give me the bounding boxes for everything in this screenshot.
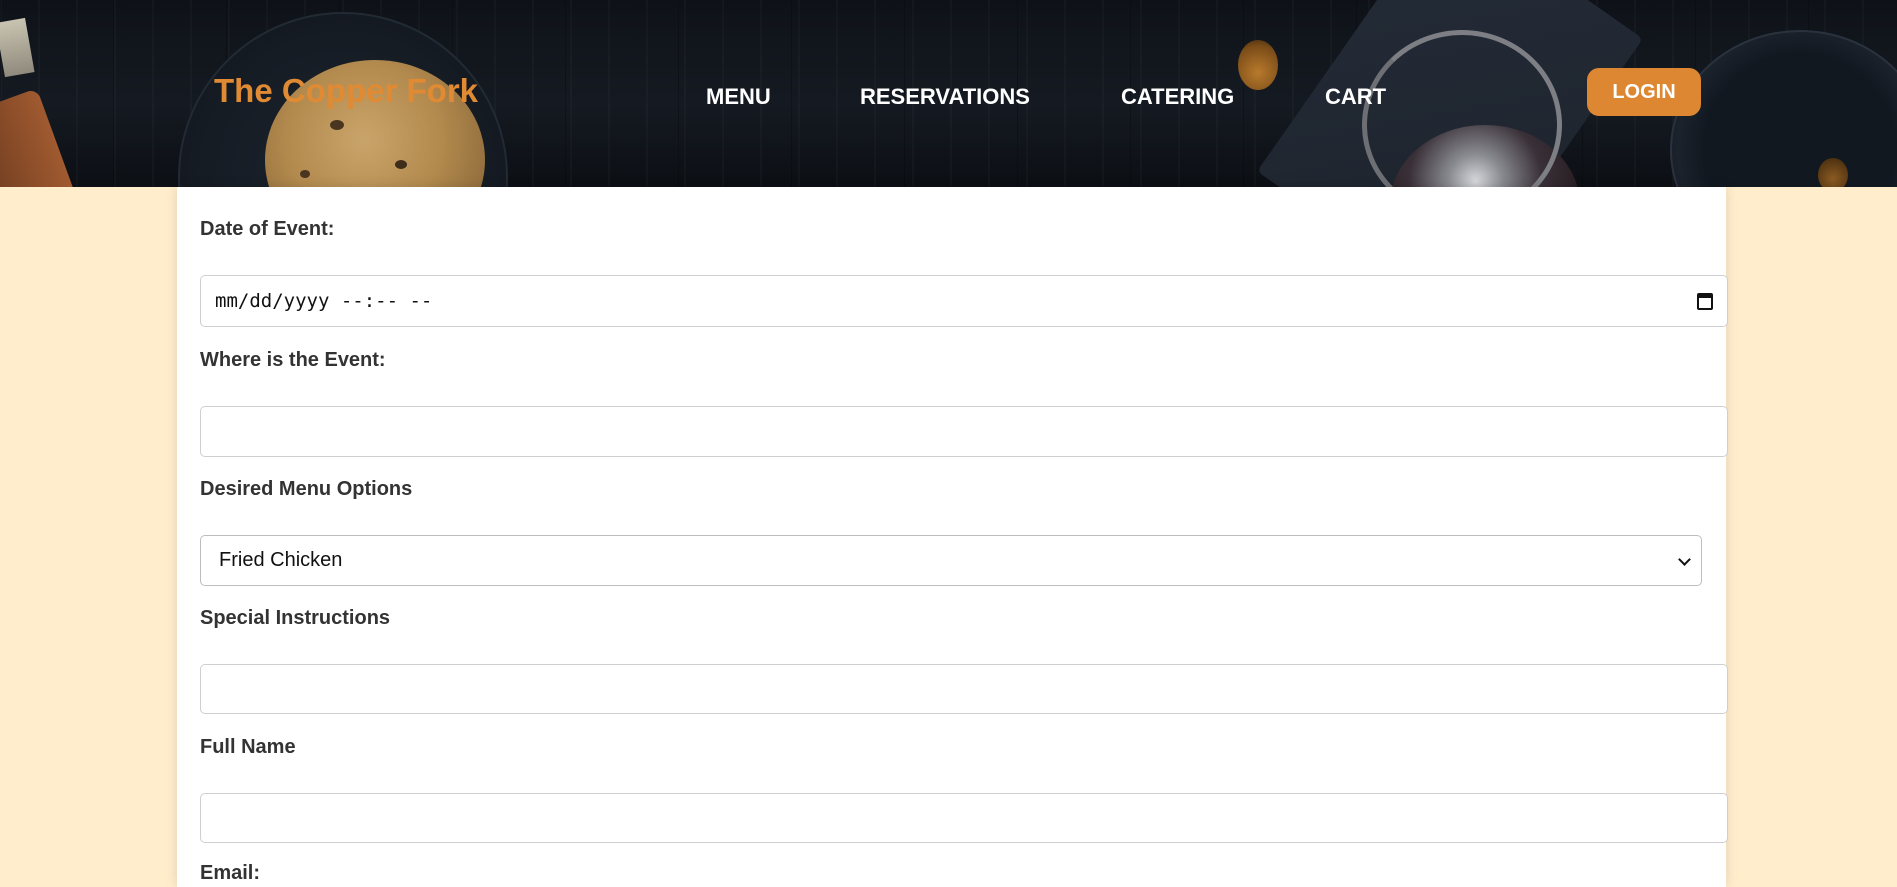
calendar-icon[interactable] xyxy=(1697,293,1713,310)
login-button[interactable]: LOGIN xyxy=(1587,68,1701,116)
header-decor-chocolate-chip xyxy=(330,120,344,130)
header-decor-acorn xyxy=(1238,40,1278,90)
date-of-event-input[interactable]: mm/dd/yyyy --:-- -- xyxy=(200,275,1728,327)
menu-options-select[interactable]: Fried Chicken xyxy=(200,535,1702,586)
date-of-event-label: Date of Event: xyxy=(200,218,335,240)
special-instructions-label: Special Instructions xyxy=(200,607,391,629)
email-label: Email: xyxy=(200,862,261,884)
date-of-event-value: mm/dd/yyyy --:-- -- xyxy=(215,290,433,312)
header-decor-chocolate-chip xyxy=(395,160,407,169)
full-name-input[interactable] xyxy=(200,793,1728,843)
menu-options-selected-value: Fried Chicken xyxy=(219,549,343,571)
site-header: The Copper Fork MENU RESERVATIONS CATERI… xyxy=(0,0,1897,187)
nav-item-reservations[interactable]: RESERVATIONS xyxy=(860,84,1030,110)
brand-logo[interactable]: The Copper Fork xyxy=(214,72,478,110)
special-instructions-input[interactable] xyxy=(200,664,1728,714)
nav-item-catering[interactable]: CATERING xyxy=(1121,84,1234,110)
header-decor-chocolate-chip xyxy=(300,170,310,178)
event-location-input[interactable] xyxy=(200,406,1728,457)
chevron-down-icon xyxy=(1678,553,1691,566)
nav-item-menu[interactable]: MENU xyxy=(706,84,771,110)
nav-item-cart[interactable]: CART xyxy=(1325,84,1386,110)
header-decor-acorn xyxy=(1818,158,1848,187)
full-name-label: Full Name xyxy=(200,736,296,758)
event-location-label: Where is the Event: xyxy=(200,349,386,371)
menu-options-label: Desired Menu Options xyxy=(200,478,413,500)
